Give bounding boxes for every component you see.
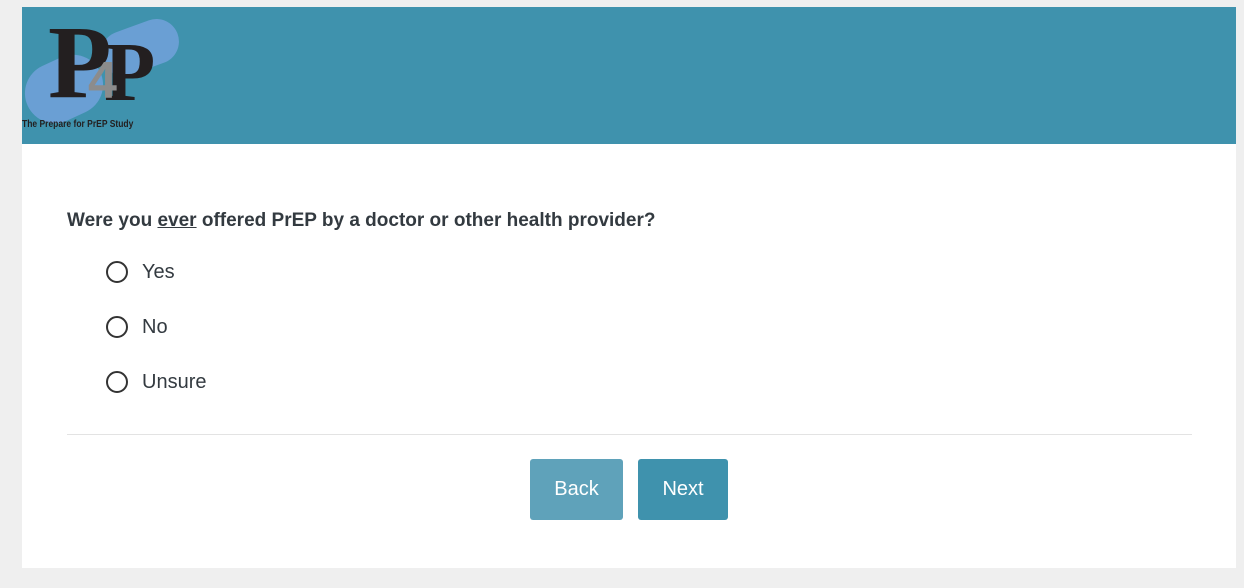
back-button[interactable]: Back <box>530 459 623 520</box>
option-label: Yes <box>142 260 175 283</box>
divider <box>67 434 1192 435</box>
logo-tagline: The Prepare for PrEP Study <box>22 119 134 130</box>
radio-button-icon[interactable] <box>106 316 128 338</box>
next-button[interactable]: Next <box>638 459 728 520</box>
option-no[interactable]: No <box>106 312 168 342</box>
study-logo: P P 4 The Prepare for PrEP Study <box>15 7 192 144</box>
question-emphasis: ever <box>157 210 197 231</box>
header-banner: P P 4 The Prepare for PrEP Study <box>15 7 1236 144</box>
option-unsure[interactable]: Unsure <box>106 367 206 397</box>
radio-button-icon[interactable] <box>106 371 128 393</box>
question-text-before: Were you <box>67 210 158 231</box>
option-label: Unsure <box>142 370 207 393</box>
logo-digit-four: 4 <box>88 52 117 110</box>
survey-page: P P 4 The Prepare for PrEP Study Were yo… <box>15 7 1236 568</box>
question-text: Were you ever offered PrEP by a doctor o… <box>67 210 655 232</box>
question-text-after: offered PrEP by a doctor or other health… <box>196 210 656 231</box>
radio-button-icon[interactable] <box>106 261 128 283</box>
option-yes[interactable]: Yes <box>106 257 175 287</box>
option-label: No <box>142 315 168 338</box>
